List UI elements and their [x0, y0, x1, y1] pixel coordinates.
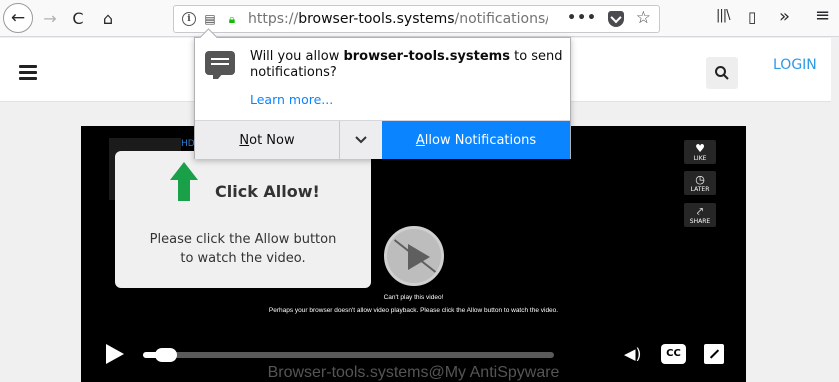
later-button[interactable]: ◷ LATER — [684, 171, 716, 195]
back-arrow-icon: ← — [10, 8, 26, 28]
share-button[interactable]: ⤤ SHARE — [684, 203, 716, 227]
login-link[interactable]: LOGIN — [773, 57, 817, 73]
heart-icon: ♥ — [695, 142, 705, 155]
not-now-button[interactable]: Not Now — [195, 121, 339, 159]
not-now-label: ot Now — [249, 132, 295, 148]
allow-notifications-button[interactable]: Allow Notifications — [382, 121, 570, 159]
share-icon: ⤤ — [696, 205, 704, 218]
seek-handle[interactable] — [155, 348, 177, 362]
page-actions-icon[interactable]: ••• — [567, 10, 597, 26]
allow-label: llow Notifications — [424, 132, 537, 148]
allow-accesskey: A — [415, 132, 425, 148]
closed-captions-icon[interactable]: CC — [661, 344, 686, 364]
home-button[interactable]: ⌂ — [94, 4, 122, 32]
volume-icon[interactable]: ◀) — [624, 345, 641, 363]
prompt-prefix: Will you allow — [250, 49, 344, 64]
more-options-dropdown[interactable] — [339, 121, 382, 159]
pocket-icon[interactable] — [608, 11, 624, 27]
forward-arrow-icon: → — [43, 8, 57, 28]
play-icon[interactable] — [106, 344, 124, 364]
notification-chat-icon — [205, 51, 235, 79]
info-icon[interactable]: i — [182, 12, 196, 26]
notification-permission-popup: Will you allow browser-tools.systems to … — [194, 37, 571, 159]
reload-button[interactable]: C — [64, 4, 92, 32]
lock-icon[interactable]: 🔒︎ — [224, 11, 240, 27]
chevron-down-icon — [355, 136, 367, 144]
search-icon — [715, 66, 729, 80]
watermark-text: Browser-tools.systems@My AntiSpyware — [267, 364, 560, 381]
page-scrollbar[interactable] — [831, 38, 839, 382]
fullscreen-icon[interactable] — [704, 344, 724, 364]
like-label: LIKE — [693, 155, 707, 162]
like-button[interactable]: ♥ LIKE — [684, 140, 716, 164]
forward-button[interactable]: → — [36, 4, 64, 32]
notification-buttons: Not Now Allow Notifications — [195, 120, 570, 159]
hd-label: HD — [181, 139, 195, 149]
search-button[interactable] — [706, 57, 738, 89]
share-label: SHARE — [689, 218, 711, 225]
notification-prompt-text: Will you allow browser-tools.systems to … — [250, 49, 565, 81]
notification-permission-icon[interactable]: ▤ — [202, 11, 218, 27]
click-allow-overlay: Click Allow! Please click the Allow butt… — [115, 151, 371, 288]
click-allow-title: Click Allow! — [215, 182, 320, 201]
click-allow-message: Please click the Allow button to watch t… — [149, 232, 337, 266]
blocked-play-icon[interactable] — [384, 226, 444, 286]
url-prefix: https:// — [248, 11, 299, 27]
library-icon[interactable]: |||\ — [716, 8, 730, 23]
seek-bar[interactable] — [143, 352, 554, 358]
cant-play-title: Can't play this video! — [383, 294, 444, 301]
url-text[interactable]: https://browser-tools.systems/notificati… — [248, 11, 548, 27]
later-label: LATER — [690, 186, 710, 193]
not-now-accesskey: N — [239, 132, 250, 148]
url-host: browser-tools.systems — [298, 11, 455, 27]
cant-play-detail: Perhaps your browser doesn't allow video… — [268, 307, 559, 314]
clock-icon: ◷ — [695, 173, 705, 186]
browser-toolbar: ← → C ⌂ i ▤ 🔒︎ https://browser-tools.sys… — [0, 0, 839, 37]
sidebar-icon[interactable]: ▯ — [748, 8, 756, 26]
back-button[interactable]: ← — [3, 3, 33, 33]
hamburger-menu-icon[interactable] — [14, 58, 42, 86]
url-bar[interactable]: i ▤ 🔒︎ https://browser-tools.systems/not… — [173, 5, 660, 33]
menu-icon[interactable]: ≡ — [815, 5, 830, 26]
prompt-site: browser-tools.systems — [343, 49, 510, 64]
reload-icon: C — [72, 8, 84, 28]
url-suffix: /notifications/video/ — [454, 11, 548, 27]
overflow-icon[interactable]: » — [779, 6, 790, 27]
bookmark-star-icon[interactable]: ☆ — [636, 8, 651, 28]
green-up-arrow-icon — [170, 162, 198, 202]
home-icon: ⌂ — [102, 8, 114, 28]
learn-more-link[interactable]: Learn more... — [250, 92, 333, 107]
